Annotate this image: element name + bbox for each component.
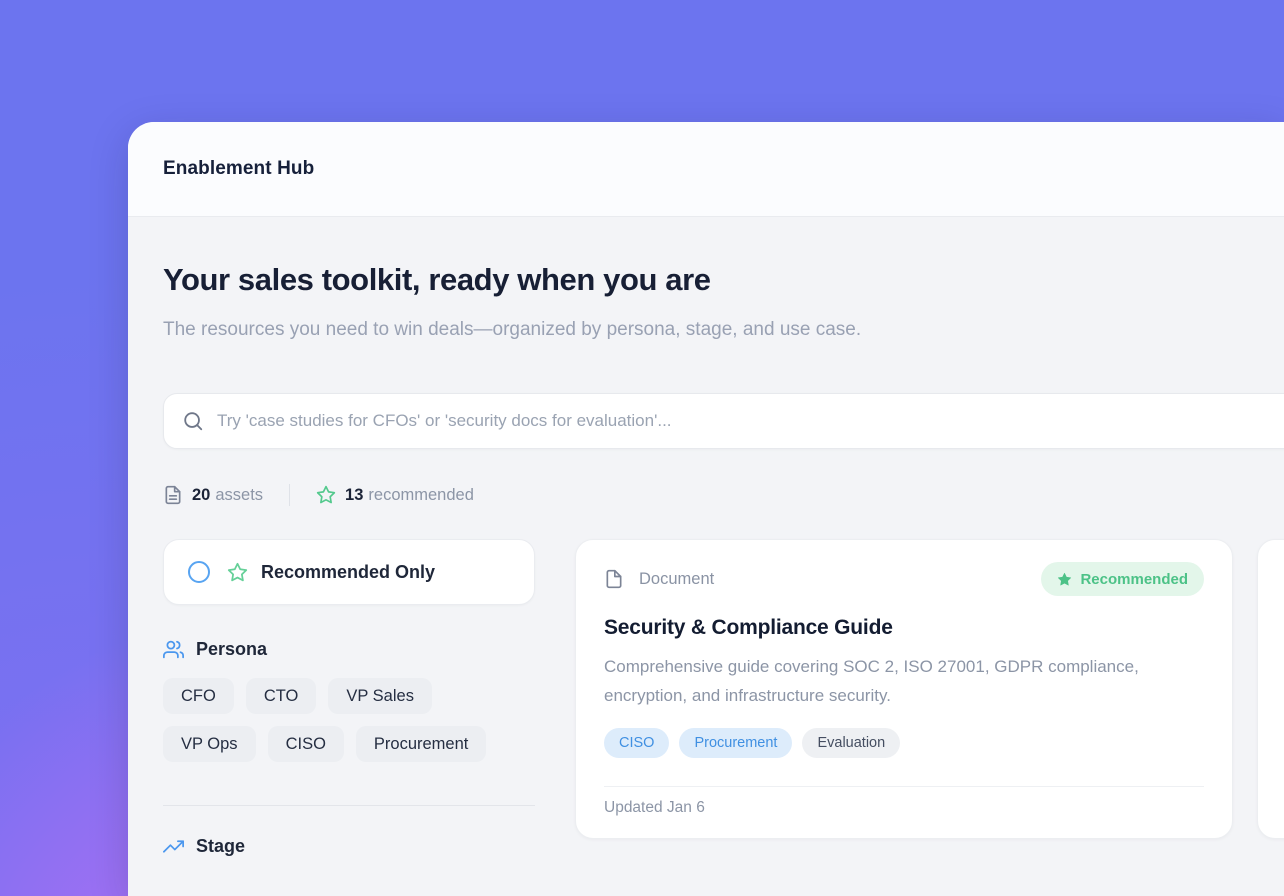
persona-chip-procurement[interactable]: Procurement <box>356 726 486 762</box>
asset-card-grid: Document Recommended Security & Complian… <box>575 539 1284 839</box>
app-header: Enablement Hub <box>128 122 1284 217</box>
persona-chip-vp-sales[interactable]: VP Sales <box>328 678 432 714</box>
stats-row: 20 assets 13 recommended <box>163 484 1284 506</box>
content-row: Recommended Only Persona CFO CTO VP Sale… <box>163 539 1284 857</box>
filter-sidebar: Recommended Only Persona CFO CTO VP Sale… <box>163 539 535 857</box>
users-icon <box>163 639 184 660</box>
recommended-count: 13 <box>345 486 363 505</box>
persona-section-header: Persona <box>163 639 535 660</box>
assets-count: 20 <box>192 486 210 505</box>
sidebar-divider <box>163 805 535 806</box>
trending-up-icon <box>163 836 184 857</box>
asset-card-security-compliance-guide[interactable]: Document Recommended Security & Complian… <box>575 539 1233 839</box>
search-input[interactable] <box>217 411 1284 431</box>
stats-divider <box>289 484 290 506</box>
star-icon <box>1057 572 1072 587</box>
tag-ciso: CISO <box>604 728 669 758</box>
recommended-badge-label: Recommended <box>1080 571 1188 588</box>
radio-circle-icon[interactable] <box>188 561 210 583</box>
card-type-row: Document Recommended <box>604 562 1204 596</box>
assets-label: assets <box>215 486 263 505</box>
persona-chip-vp-ops[interactable]: VP Ops <box>163 726 256 762</box>
file-icon <box>604 567 624 591</box>
star-icon <box>316 485 336 505</box>
tag-procurement: Procurement <box>679 728 792 758</box>
recommended-only-toggle[interactable]: Recommended Only <box>163 539 535 605</box>
search-icon <box>182 410 204 432</box>
star-icon <box>210 562 248 583</box>
recommended-badge: Recommended <box>1041 562 1204 596</box>
recommended-label: recommended <box>368 486 473 505</box>
tag-evaluation: Evaluation <box>802 728 900 758</box>
main-content: Your sales toolkit, ready when you are T… <box>128 217 1284 857</box>
persona-chip-list: CFO CTO VP Sales VP Ops CISO Procurement <box>163 678 535 762</box>
persona-chip-cfo[interactable]: CFO <box>163 678 234 714</box>
persona-section-label: Persona <box>196 639 267 660</box>
stage-section-label: Stage <box>196 836 245 857</box>
card-updated-date: Updated Jan 6 <box>604 799 705 816</box>
asset-card-clipped[interactable] <box>1257 539 1284 839</box>
search-bar[interactable] <box>163 393 1284 449</box>
recommended-only-label: Recommended Only <box>261 562 435 583</box>
persona-chip-cto[interactable]: CTO <box>246 678 317 714</box>
app-title: Enablement Hub <box>163 158 314 180</box>
card-tag-list: CISO Procurement Evaluation <box>604 728 1204 758</box>
stage-section-header: Stage <box>163 836 535 857</box>
card-type-label: Document <box>639 570 714 589</box>
card-footer: Updated Jan 6 <box>604 786 1204 817</box>
persona-chip-ciso[interactable]: CISO <box>268 726 344 762</box>
card-description: Comprehensive guide covering SOC 2, ISO … <box>604 652 1189 710</box>
app-window: Enablement Hub Your sales toolkit, ready… <box>128 122 1284 896</box>
page-title: Your sales toolkit, ready when you are <box>163 261 1284 299</box>
card-title: Security & Compliance Guide <box>604 616 1204 640</box>
page-subtitle: The resources you need to win deals—orga… <box>163 313 983 347</box>
file-text-icon <box>163 485 183 505</box>
